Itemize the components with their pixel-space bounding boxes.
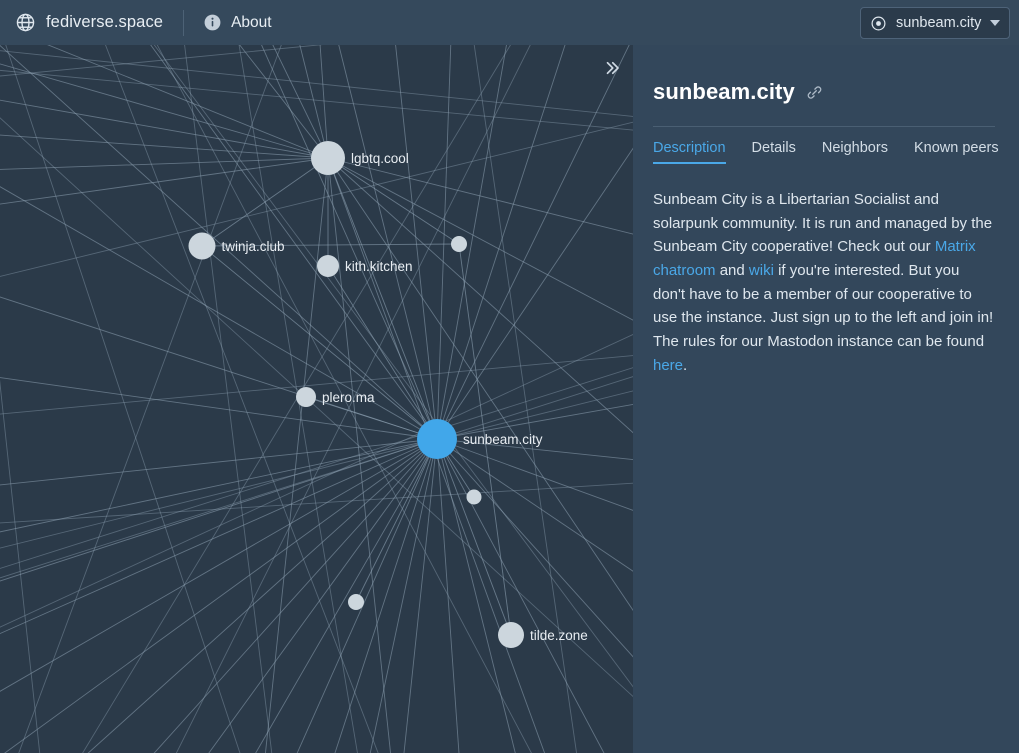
graph-node-label: tilde.zone: [530, 628, 588, 643]
graph-node-lgbtq-cool[interactable]: [311, 141, 345, 175]
graph-edge: [327, 157, 460, 245]
info-circle-icon: [203, 13, 222, 32]
instance-description: Sunbeam City is a Libertarian Socialist …: [653, 188, 995, 378]
graph-edge: [5, 45, 241, 753]
graph-edge: [47, 45, 329, 159]
about-link[interactable]: About: [203, 13, 272, 32]
graph-edge: [436, 438, 460, 753]
graph-edge: [0, 377, 438, 440]
graph-edge: [201, 157, 329, 247]
panel-title-row: sunbeam.city: [653, 79, 995, 105]
graph-node-label: lgbtq.cool: [351, 151, 409, 166]
graph-node-kith-kitchen[interactable]: [317, 255, 339, 277]
graph-edge: [272, 45, 329, 159]
graph-edge: [0, 45, 438, 440]
target-circle-icon: [870, 15, 887, 32]
graph-edge: [0, 376, 633, 579]
graph-edge: [0, 69, 633, 131]
graph-edge: [436, 438, 605, 753]
graph-edge: [0, 438, 438, 582]
graph-edge: [334, 438, 438, 753]
instance-select-value: sunbeam.city: [896, 15, 982, 31]
about-label: About: [231, 13, 272, 31]
graph-node-label: plero.ma: [322, 390, 375, 405]
graph-node-plero-ma[interactable]: [296, 387, 316, 407]
chevron-double-right-icon[interactable]: [599, 55, 625, 81]
graph-edge: [0, 63, 329, 159]
description-part-4: .: [683, 356, 688, 374]
tab-neighbors[interactable]: Neighbors: [822, 140, 888, 164]
graph-node-sunbeam-city[interactable]: [417, 419, 457, 459]
top-navigation-bar: fediverse.space About sunbeam.city: [0, 0, 1019, 45]
chevron-down-icon: [990, 20, 1001, 26]
graph-edge: [4, 438, 438, 753]
graph-node-twinja-club[interactable]: [188, 232, 216, 260]
graph-svg: lgbtq.cool twinja.club kith.kitchen plero.m…: [0, 45, 633, 753]
graph-node-label: kith.kitchen: [345, 259, 413, 274]
graph-node[interactable]: [348, 594, 364, 610]
page-title: sunbeam.city: [653, 79, 795, 104]
graph-edge: [239, 45, 329, 159]
graph-edge: [0, 334, 633, 628]
header-divider: [183, 9, 185, 36]
network-graph-canvas[interactable]: lgbtq.cool twinja.club kith.kitchen plero.m…: [0, 45, 633, 753]
tab-known-peers[interactable]: Known peers: [914, 140, 999, 164]
graph-edge: [0, 355, 633, 415]
graph-edge: [327, 265, 438, 440]
graph-edge: [296, 438, 438, 753]
graph-edge: [473, 45, 578, 753]
graph-edge: [436, 438, 516, 753]
instance-select-dropdown[interactable]: sunbeam.city: [860, 7, 1010, 39]
globe-icon: [15, 12, 36, 33]
graph-edge: [436, 438, 633, 461]
chain-link-icon[interactable]: [806, 84, 823, 101]
rules-here-link[interactable]: here: [653, 357, 683, 374]
graph-node[interactable]: [466, 489, 482, 505]
wiki-link[interactable]: wiki: [749, 262, 774, 279]
graph-edge: [0, 134, 329, 159]
brand-label: fediverse.space: [46, 13, 164, 31]
tab-details[interactable]: Details: [752, 140, 796, 164]
graph-node-label: twinja.club: [222, 239, 285, 254]
tab-description[interactable]: Description: [653, 140, 726, 164]
graph-node[interactable]: [451, 236, 467, 252]
panel-tabs: Description Details Neighbors Known peers: [653, 126, 999, 164]
graph-edge: [436, 438, 633, 572]
graph-node-tilde-zone[interactable]: [498, 622, 524, 648]
instance-detail-panel: sunbeam.city Description Details Neighbors…: [633, 45, 1019, 753]
graph-edge: [355, 438, 438, 603]
description-part-2: and: [715, 262, 749, 280]
graph-edge: [0, 99, 329, 159]
graph-edge: [436, 438, 512, 636]
graph-edge: [0, 379, 41, 753]
graph-node-label: sunbeam.city: [463, 432, 543, 447]
graph-edge: [436, 438, 633, 658]
brand-home-link[interactable]: fediverse.space: [15, 12, 163, 33]
